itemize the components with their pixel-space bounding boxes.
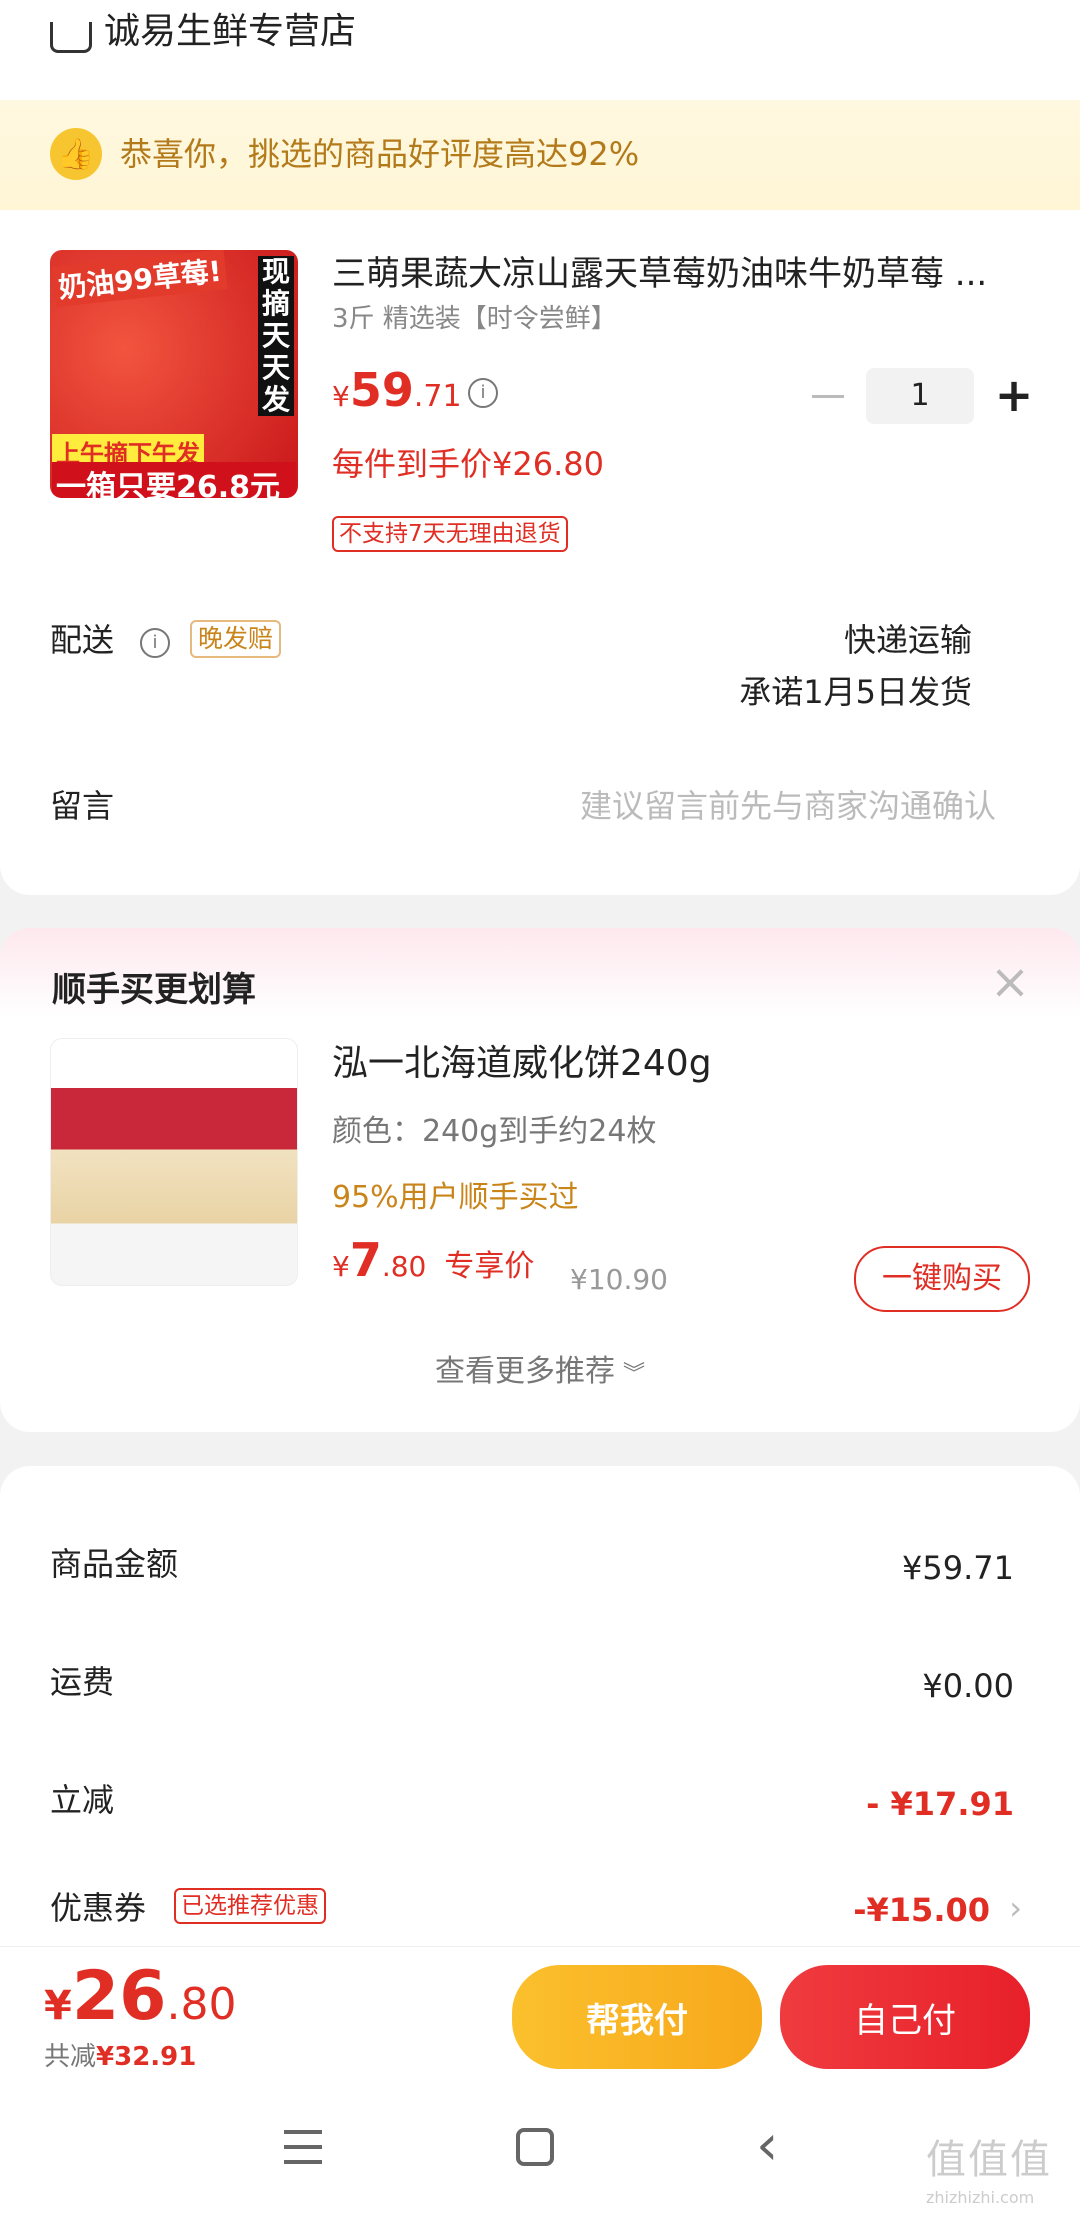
upsell-card: 顺手买更划算 × 泓一北海道威化饼240g 颜色：240g到手约24枚 95%用… bbox=[0, 928, 1080, 1432]
coupon-tag: 已选推荐优惠 bbox=[174, 1888, 326, 1924]
store-header: 诚易生鲜专营店 bbox=[0, 0, 1080, 100]
total-symbol: ¥ bbox=[44, 1983, 72, 2029]
total-int: 26 bbox=[71, 1957, 167, 2036]
store-name[interactable]: 诚易生鲜专营店 bbox=[104, 12, 356, 52]
thumbs-up-icon: 👍 bbox=[50, 128, 102, 180]
upsell-social-proof: 95%用户顺手买过 bbox=[332, 1180, 579, 1215]
price-int: 59 bbox=[349, 363, 414, 417]
delivery-method[interactable]: 快递运输 bbox=[844, 618, 972, 662]
price-symbol: ¥ bbox=[332, 380, 350, 413]
product-image-text-side: 现摘天天发 bbox=[258, 256, 294, 416]
home-icon[interactable] bbox=[516, 2128, 554, 2166]
watermark-url: zhizhizhi.com bbox=[926, 2188, 1035, 2207]
delivery-promise: 承诺1月5日发货 bbox=[739, 673, 972, 711]
back-icon[interactable]: ‹ bbox=[756, 2118, 778, 2174]
delivery-info-icon[interactable]: i bbox=[140, 628, 170, 658]
one-click-buy-button[interactable]: 一键购买 bbox=[854, 1246, 1030, 1312]
qty-plus-button[interactable]: + bbox=[994, 370, 1034, 420]
price-info-icon[interactable]: i bbox=[468, 378, 498, 408]
watermark-logo: 值值值 bbox=[926, 2137, 1052, 2183]
no-return-tag: 不支持7天无理由退货 bbox=[332, 516, 568, 552]
saved-summary: 共减¥32.91 bbox=[44, 2041, 196, 2073]
product-image-text-bottom2: 一箱只要26.8元 bbox=[52, 462, 296, 498]
bottom-bar: ¥26.80 共减¥32.91 帮我付 自己付 bbox=[0, 1946, 1080, 2077]
summary-row-value: ¥0.00 bbox=[922, 1667, 1014, 1705]
upsell-original-price: ¥10.90 bbox=[570, 1263, 668, 1296]
close-icon[interactable]: × bbox=[988, 958, 1032, 1006]
summary-row-value: ¥59.71 bbox=[902, 1549, 1014, 1587]
summary-row-label: 立减 bbox=[50, 1781, 115, 1819]
chevron-right-icon[interactable]: › bbox=[1009, 1886, 1022, 1930]
product-image[interactable]: 奶油99草莓! 现摘天天发 上午摘下午发 一箱只要26.8元 bbox=[50, 250, 298, 498]
product-spec[interactable]: 3斤 精选装【时令尝鲜】 bbox=[332, 302, 617, 336]
message-input[interactable]: 建议留言前先与商家沟通确认 bbox=[580, 784, 996, 828]
summary-row-label: 运费 bbox=[50, 1663, 115, 1701]
menu-icon[interactable] bbox=[284, 2130, 322, 2164]
qty-minus-button[interactable] bbox=[812, 395, 844, 398]
coupon-value[interactable]: -¥15.00 bbox=[853, 1888, 990, 1932]
upsell-price-label: 专享价 bbox=[444, 1249, 535, 1284]
product-price: ¥59.71 bbox=[332, 362, 462, 429]
help-pay-button[interactable]: 帮我付 bbox=[512, 1965, 762, 2069]
late-compensation-badge[interactable]: 晚发赔 bbox=[190, 620, 282, 658]
more-recommendations-label: 查看更多推荐 bbox=[434, 1354, 615, 1389]
product-card: 奶油99草莓! 现摘天天发 上午摘下午发 一箱只要26.8元 三萌果蔬大凉山露天… bbox=[0, 210, 1080, 895]
more-recommendations[interactable]: 查看更多推荐 ︾ bbox=[0, 1352, 1080, 1395]
product-image-text-top: 奶油99草莓! bbox=[52, 250, 228, 307]
unit-price: 每件到手价¥26.80 bbox=[332, 445, 604, 483]
price-dec: .71 bbox=[413, 379, 462, 414]
summary-row-label: 优惠券 bbox=[50, 1889, 147, 1927]
summary-card: 商品金额 ¥59.71 运费 ¥0.00 立减 - ¥17.91 优惠券 已选推… bbox=[0, 1466, 1080, 1946]
total-price: ¥26.80 bbox=[44, 1959, 236, 2052]
product-title[interactable]: 三萌果蔬大凉山露天草莓奶油味牛奶草莓 ... bbox=[332, 252, 1042, 296]
saved-value: ¥32.91 bbox=[96, 2042, 197, 2072]
upsell-title: 顺手买更划算 bbox=[52, 970, 256, 1010]
upsell-image[interactable] bbox=[50, 1038, 298, 1286]
store-icon bbox=[50, 22, 92, 53]
self-pay-button[interactable]: 自己付 bbox=[780, 1965, 1030, 2069]
qty-input[interactable]: 1 bbox=[866, 368, 974, 424]
message-label: 留言 bbox=[50, 787, 115, 825]
praise-text: 恭喜你，挑选的商品好评度高达92% bbox=[120, 135, 640, 173]
saved-label: 共减 bbox=[44, 2042, 97, 2072]
total-dec: .80 bbox=[166, 1979, 237, 2030]
upsell-price-symbol: ¥ bbox=[332, 1250, 350, 1283]
delivery-label: 配送 bbox=[50, 621, 115, 659]
upsell-item-spec: 颜色：240g到手约24枚 bbox=[332, 1114, 657, 1149]
upsell-price-dec: .80 bbox=[381, 1250, 427, 1283]
upsell-item-name[interactable]: 泓一北海道威化饼240g bbox=[332, 1040, 712, 1088]
summary-row-value: - ¥17.91 bbox=[866, 1785, 1014, 1823]
upsell-price-int: 7 bbox=[349, 1233, 382, 1287]
upsell-price: ¥7.80 专享价 bbox=[332, 1232, 534, 1299]
summary-row-label: 商品金额 bbox=[50, 1545, 179, 1583]
praise-banner: 👍 恭喜你，挑选的商品好评度高达92% bbox=[0, 100, 1080, 210]
chevron-down-icon: ︾ bbox=[622, 1362, 645, 1387]
system-nav-bar: ‹ 值值值 zhizhizhi.com bbox=[0, 2076, 1080, 2217]
